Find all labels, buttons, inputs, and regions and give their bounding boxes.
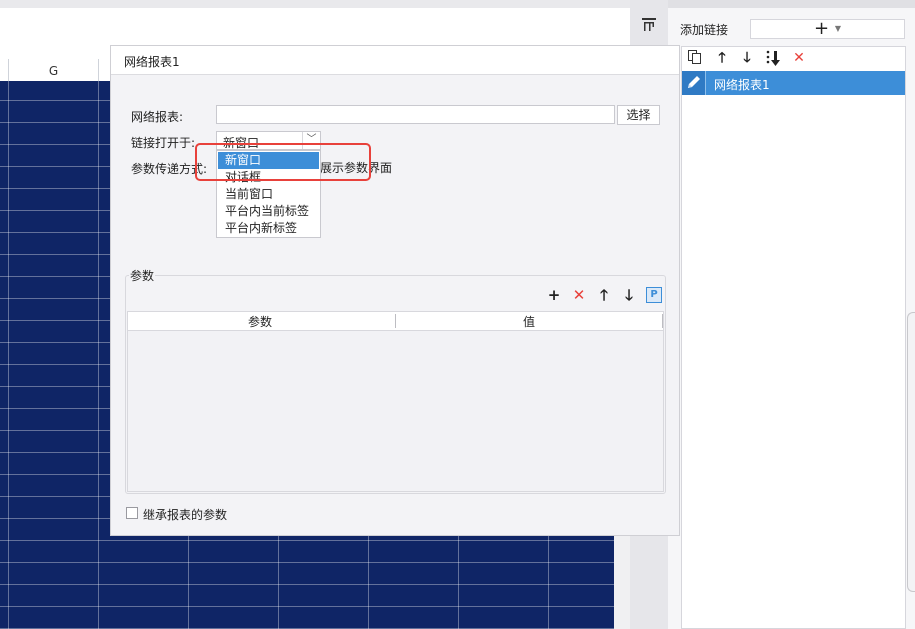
delete-param-icon[interactable]: ✕ xyxy=(571,287,587,303)
link-item-label: 网络报表1 xyxy=(714,78,770,92)
params-column-header[interactable]: 参数 xyxy=(248,313,272,330)
pencil-icon[interactable] xyxy=(682,71,706,95)
dropdown-option[interactable]: 当前窗口 xyxy=(218,186,319,203)
add-link-button[interactable]: + ▼ xyxy=(750,19,905,39)
arrow-down-icon[interactable]: 🡓 xyxy=(621,287,637,303)
sort-down-icon[interactable] xyxy=(764,49,782,67)
params-section-title: 参数 xyxy=(129,267,156,284)
link-list-item[interactable]: 网络报表1 xyxy=(682,71,905,95)
dialog-title: 网络报表1 xyxy=(124,55,180,69)
delete-icon[interactable]: ✕ xyxy=(790,49,808,67)
dropdown-option[interactable]: 平台内当前标签 xyxy=(218,203,319,220)
parameter-p-icon[interactable]: P xyxy=(646,287,662,303)
select-button[interactable]: 选择 xyxy=(617,105,660,125)
inherit-params-label[interactable]: 继承报表的参数 xyxy=(143,506,227,523)
report-label: 网络报表: xyxy=(131,110,184,124)
value-column-header[interactable]: 值 xyxy=(523,313,535,330)
column-header-g[interactable]: G xyxy=(9,59,99,81)
params-table: 参数 值 xyxy=(127,311,664,492)
arrow-up-icon[interactable]: 🡑 xyxy=(596,287,612,303)
panel-top-bar xyxy=(668,0,915,8)
chevron-down-icon: ▼ xyxy=(834,24,841,33)
report-path-input[interactable] xyxy=(216,105,615,124)
add-link-label: 添加链接 xyxy=(680,23,729,37)
arrow-down-icon[interactable]: 🡓 xyxy=(738,49,756,67)
column-header[interactable] xyxy=(0,59,9,81)
link-list xyxy=(681,46,906,629)
dropdown-option[interactable]: 平台内新标签 xyxy=(218,220,319,237)
table-layout-icon[interactable] xyxy=(641,16,657,32)
panel-scrollbar[interactable] xyxy=(907,312,915,592)
inherit-params-checkbox[interactable] xyxy=(126,507,138,519)
plus-icon: + xyxy=(814,18,830,39)
column-divider[interactable] xyxy=(395,314,396,328)
copy-icon[interactable] xyxy=(686,49,704,67)
highlight-box xyxy=(195,143,371,181)
dialog-title-bar: 网络报表1 xyxy=(111,46,679,75)
column-divider[interactable] xyxy=(662,314,663,328)
add-param-icon[interactable]: + xyxy=(546,287,562,303)
arrow-up-icon[interactable]: 🡑 xyxy=(713,49,731,67)
params-table-header: 参数 值 xyxy=(128,312,663,331)
sheet-top-bar xyxy=(0,0,630,8)
open-in-label: 链接打开于: xyxy=(131,136,196,150)
